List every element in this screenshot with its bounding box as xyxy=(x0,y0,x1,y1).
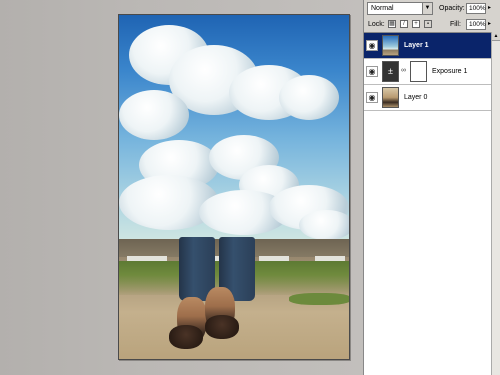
layer-row[interactable]: ◉ ± ∞ Exposure 1 xyxy=(364,59,500,85)
checker-icon[interactable]: ▦ xyxy=(388,20,396,28)
layers-list: ◉ Layer 1 ◉ ± ∞ Exposure 1 ◉ Layer 0 xyxy=(364,32,500,375)
opacity-label: Opacity: xyxy=(439,5,465,12)
layer-thumbnail xyxy=(382,87,399,108)
layer-row[interactable]: ◉ Layer 0 xyxy=(364,85,500,111)
layer-row[interactable]: ◉ Layer 1 xyxy=(364,33,500,59)
eye-icon[interactable]: ◉ xyxy=(366,40,378,51)
layer-name: Layer 1 xyxy=(404,42,429,49)
layers-panel: Normal ▼ Opacity: 100% ▸ Lock: ▦ / + ▪ F… xyxy=(363,0,500,375)
layer-name: Exposure 1 xyxy=(432,68,468,75)
left-shoe xyxy=(169,325,203,349)
cloud-shape xyxy=(299,210,349,240)
layers-options-row: Normal ▼ Opacity: 100% ▸ xyxy=(364,1,500,17)
grass-patch xyxy=(289,293,349,305)
blend-mode-select[interactable]: Normal ▼ xyxy=(367,2,433,15)
opacity-field[interactable]: 100% xyxy=(466,3,486,14)
layer-thumbnail xyxy=(382,35,399,56)
lock-label: Lock: xyxy=(368,21,385,28)
eye-icon[interactable]: ◉ xyxy=(366,66,378,77)
cloud-shape xyxy=(279,75,339,120)
layer-mask-thumbnail xyxy=(410,61,427,82)
brush-icon[interactable]: / xyxy=(400,20,408,28)
layers-scrollbar[interactable]: ▲ xyxy=(491,32,500,375)
chevron-right-icon[interactable]: ▸ xyxy=(488,3,494,14)
eye-icon[interactable]: ◉ xyxy=(366,92,378,103)
fill-label: Fill: xyxy=(450,21,461,28)
cloud-shape xyxy=(119,90,189,140)
scroll-up-icon[interactable]: ▲ xyxy=(492,32,500,41)
plus-minus-icon: ± xyxy=(382,61,399,82)
fill-field[interactable]: 100% xyxy=(466,19,486,30)
chevron-down-icon[interactable]: ▼ xyxy=(422,3,432,14)
document-workspace xyxy=(0,0,363,375)
chevron-right-icon[interactable]: ▸ xyxy=(488,19,494,30)
blend-mode-value: Normal xyxy=(371,5,394,12)
document-canvas[interactable] xyxy=(118,14,350,360)
move-icon[interactable]: + xyxy=(412,20,420,28)
lock-icon[interactable]: ▪ xyxy=(424,20,432,28)
lock-fill-row: Lock: ▦ / + ▪ Fill: 100% ▸ xyxy=(364,17,500,33)
chain-icon[interactable]: ∞ xyxy=(401,67,406,74)
layer-name: Layer 0 xyxy=(404,94,428,101)
right-shoe xyxy=(205,315,239,339)
